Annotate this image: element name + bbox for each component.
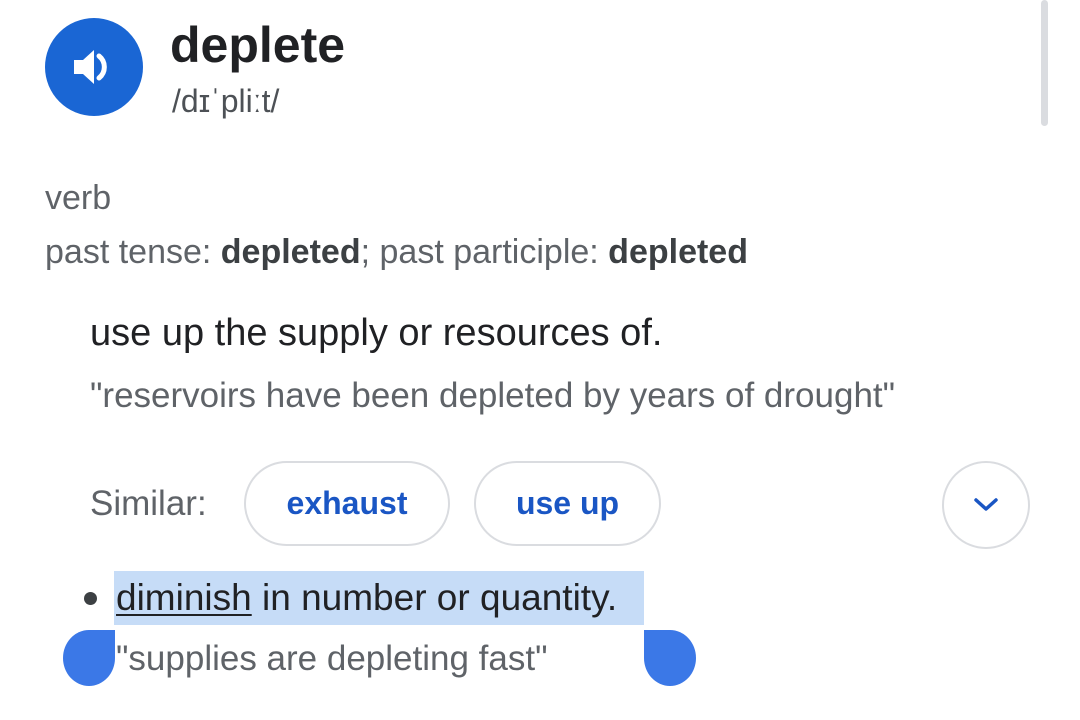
similar-label: Similar:	[90, 484, 207, 523]
past-participle-value: depleted	[608, 233, 748, 271]
selection-handle-start[interactable]	[63, 630, 115, 686]
bullet-point	[84, 592, 97, 605]
dictionary-card: deplete /dɪˈpliːt/ verb past tense: depl…	[0, 0, 1080, 720]
speaker-volume-icon	[74, 50, 107, 84]
past-tense-label: past tense:	[45, 233, 221, 271]
verb-forms: past tense: depleted; past participle: d…	[45, 231, 748, 273]
past-tense-value: depleted	[220, 233, 361, 271]
similar-chip-use-up[interactable]: use up	[474, 461, 661, 546]
definition-2-text: in number or quantity	[251, 577, 607, 618]
similar-chip-exhaust[interactable]: exhaust	[244, 461, 450, 546]
forms-separator: ;	[360, 233, 380, 271]
example-1: "reservoirs have been depleted by years …	[90, 376, 896, 415]
expand-similar-button[interactable]	[942, 461, 1030, 549]
chevron-down-icon	[974, 498, 998, 511]
example-2: "supplies are depleting fast"	[116, 639, 548, 678]
scrollbar[interactable]	[1041, 0, 1048, 126]
selection-handle-end[interactable]	[644, 630, 696, 686]
headword: deplete	[170, 17, 346, 73]
definition-1: use up the supply or resources of.	[90, 312, 663, 354]
diminish-link[interactable]: diminish	[116, 577, 252, 618]
definition-2-period: .	[606, 577, 618, 618]
part-of-speech: verb	[45, 179, 112, 217]
pronunciation-play-button[interactable]	[45, 18, 143, 116]
phonetic-transcription: /dɪˈpliːt/	[172, 83, 280, 119]
past-participle-label: past participle:	[379, 233, 609, 271]
definition-2: diminish in number or quantity.	[116, 575, 617, 621]
